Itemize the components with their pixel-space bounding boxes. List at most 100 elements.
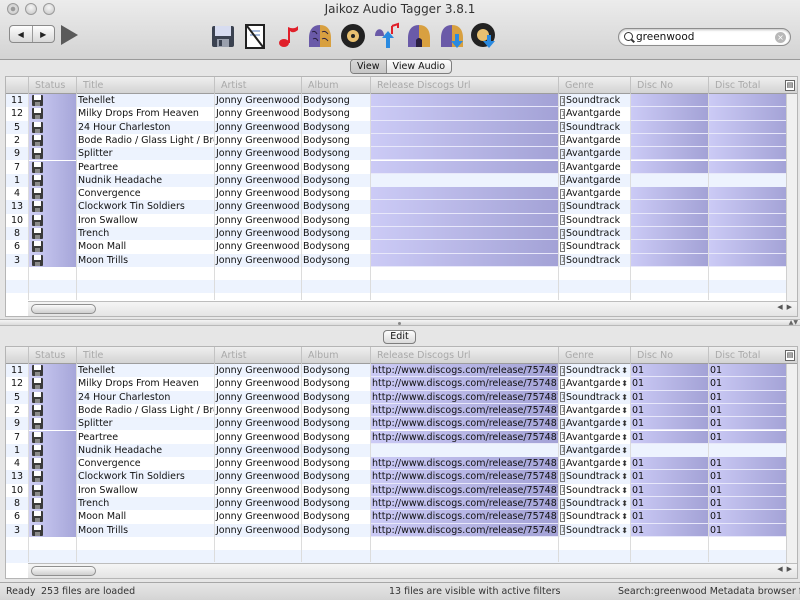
track-number-cell[interactable]: 2 [6, 404, 28, 417]
status-cell[interactable] [28, 497, 76, 511]
title-cell[interactable]: Splitter [76, 417, 214, 430]
genre-dropdown-icon[interactable]: ⬍ [621, 510, 628, 523]
genre-cell[interactable]: 1Avantgarde ⬍ [558, 457, 630, 470]
title-cell[interactable]: Splitter [76, 147, 214, 160]
album-cell[interactable]: Bodysong [301, 147, 370, 160]
disc-download-icon[interactable] [470, 22, 498, 50]
disc-total-cell[interactable] [708, 160, 788, 174]
release-discogs-url-cell[interactable]: http://www.discogs.com/release/757481 [370, 364, 558, 378]
title-cell[interactable]: Convergence [76, 457, 214, 470]
disc-total-cell[interactable]: 01 [708, 523, 788, 537]
album-cell[interactable]: Bodysong [301, 444, 370, 457]
album-cell[interactable]: Bodysong [301, 200, 370, 213]
genre-cell[interactable]: 1Soundtrack [558, 200, 630, 213]
album-cell[interactable]: Bodysong [301, 174, 370, 187]
disc-total-cell[interactable]: 01 [708, 364, 788, 378]
column-header-disc-no[interactable]: Disc No [630, 347, 708, 364]
title-cell[interactable]: Moon Mall [76, 240, 214, 253]
status-cell[interactable] [28, 240, 76, 254]
title-cell[interactable]: Clockwork Tin Soldiers [76, 470, 214, 483]
title-cell[interactable]: Trench [76, 227, 214, 240]
empty-row[interactable] [6, 280, 788, 294]
genre-dropdown-icon[interactable]: ⬍ [621, 377, 628, 390]
clipboard-edit-icon[interactable] [241, 22, 269, 50]
title-cell[interactable]: Trench [76, 497, 214, 510]
track-number-cell[interactable]: 8 [6, 227, 28, 240]
table-row[interactable]: 1 Nudnik Headache Jonny Greenwood Bodysong 1… [6, 443, 788, 458]
title-cell[interactable]: Nudnik Headache [76, 174, 214, 187]
title-cell[interactable]: Peartree [76, 161, 214, 174]
column-header-genre[interactable]: Genre [558, 77, 630, 94]
album-cell[interactable]: Bodysong [301, 187, 370, 200]
disc-total-cell[interactable] [708, 107, 788, 121]
genre-cell[interactable]: 1Soundtrack [558, 214, 630, 227]
artist-cell[interactable]: Jonny Greenwood [214, 444, 301, 457]
album-cell[interactable]: Bodysong [301, 214, 370, 227]
genre-cell[interactable]: 1Avantgarde ⬍ [558, 377, 630, 390]
genre-cell[interactable]: 1Soundtrack [558, 121, 630, 134]
release-discogs-url-cell[interactable] [370, 187, 558, 201]
album-cell[interactable]: Bodysong [301, 524, 370, 537]
track-number-cell[interactable]: 12 [6, 377, 28, 390]
divider-arrows-icon[interactable]: ▲▼ [789, 319, 798, 326]
disc-no-cell[interactable]: 01 [630, 457, 708, 471]
disc-total-cell[interactable] [708, 147, 788, 161]
release-discogs-url-cell[interactable] [370, 240, 558, 254]
genre-cell[interactable]: 1Soundtrack ⬍ [558, 524, 630, 537]
artist-cell[interactable]: Jonny Greenwood [214, 470, 301, 483]
genre-cell[interactable]: 1Avantgarde [558, 174, 630, 187]
table-row[interactable]: 11 Tehellet Jonny Greenwood Bodysong http://… [6, 364, 788, 378]
artist-cell[interactable]: Jonny Greenwood [214, 457, 301, 470]
track-number-cell[interactable]: 13 [6, 470, 28, 483]
status-cell[interactable] [28, 457, 76, 471]
status-cell[interactable] [28, 523, 76, 537]
artist-cell[interactable]: Jonny Greenwood [214, 417, 301, 430]
release-discogs-url-cell[interactable]: http://www.discogs.com/release/757481 [370, 457, 558, 471]
status-cell[interactable] [28, 213, 76, 227]
disc-no-cell[interactable] [630, 133, 708, 148]
release-discogs-url-cell[interactable] [370, 160, 558, 174]
album-cell[interactable]: Bodysong [301, 107, 370, 120]
disc-no-cell[interactable] [630, 107, 708, 121]
release-discogs-url-cell[interactable]: http://www.discogs.com/release/757481 [370, 510, 558, 524]
disc-total-cell[interactable]: 01 [708, 510, 788, 524]
forward-button[interactable]: ▶ [33, 26, 55, 42]
release-discogs-url-cell[interactable]: http://www.discogs.com/release/757481 [370, 430, 558, 444]
column-header-title[interactable]: Title [76, 77, 214, 94]
track-number-cell[interactable]: 2 [6, 134, 28, 147]
column-header-disc-total[interactable]: Disc Total [708, 77, 788, 94]
artist-cell[interactable]: Jonny Greenwood [214, 134, 301, 147]
view-tab[interactable]: View [351, 60, 387, 73]
table-row[interactable]: 11 Tehellet Jonny Greenwood Bodysong 1Soundt… [6, 94, 788, 108]
table-row[interactable]: 10 Iron Swallow Jonny Greenwood Bodysong 1So… [6, 213, 788, 227]
genre-dropdown-icon[interactable]: ⬍ [621, 431, 628, 444]
title-cell[interactable]: Moon Trills [76, 524, 214, 537]
status-cell[interactable] [28, 417, 76, 431]
album-cell[interactable]: Bodysong [301, 431, 370, 444]
disc-total-cell[interactable] [708, 94, 788, 108]
table-row[interactable]: 6 Moon Mall Jonny Greenwood Bodysong 1Soundt… [6, 240, 788, 254]
column-header-status[interactable]: Status [28, 77, 76, 94]
column-chooser-icon[interactable]: ▤ [785, 350, 795, 361]
genre-cell[interactable]: 1Soundtrack [558, 254, 630, 267]
track-number-cell[interactable]: 10 [6, 214, 28, 227]
track-number-cell[interactable]: 11 [6, 364, 28, 377]
disc-total-cell[interactable]: 01 [708, 403, 788, 418]
disc-total-cell[interactable]: 01 [708, 470, 788, 484]
track-number-cell[interactable]: 13 [6, 200, 28, 213]
table-row[interactable]: 12 Milky Drops From Heaven Jonny Greenwood… [6, 377, 788, 391]
genre-dropdown-icon[interactable]: ⬍ [621, 364, 628, 377]
album-cell[interactable]: Bodysong [301, 470, 370, 483]
horizontal-scrollbar[interactable]: ◀▶ [28, 301, 797, 316]
disc-no-cell[interactable] [630, 160, 708, 174]
artist-cell[interactable]: Jonny Greenwood [214, 524, 301, 537]
artist-cell[interactable]: Jonny Greenwood [214, 94, 301, 107]
artist-cell[interactable]: Jonny Greenwood [214, 121, 301, 134]
title-cell[interactable]: Convergence [76, 187, 214, 200]
genre-cell[interactable]: 1Soundtrack [558, 227, 630, 240]
genre-dropdown-icon[interactable]: ⬍ [621, 457, 628, 470]
status-cell[interactable] [28, 107, 76, 121]
table-row[interactable]: 3 Moon Trills Jonny Greenwood Bodysong http:… [6, 523, 788, 537]
track-number-cell[interactable]: 5 [6, 121, 28, 134]
table-row[interactable]: 5 24 Hour Charleston Jonny Greenwood Bodyso… [6, 120, 788, 134]
